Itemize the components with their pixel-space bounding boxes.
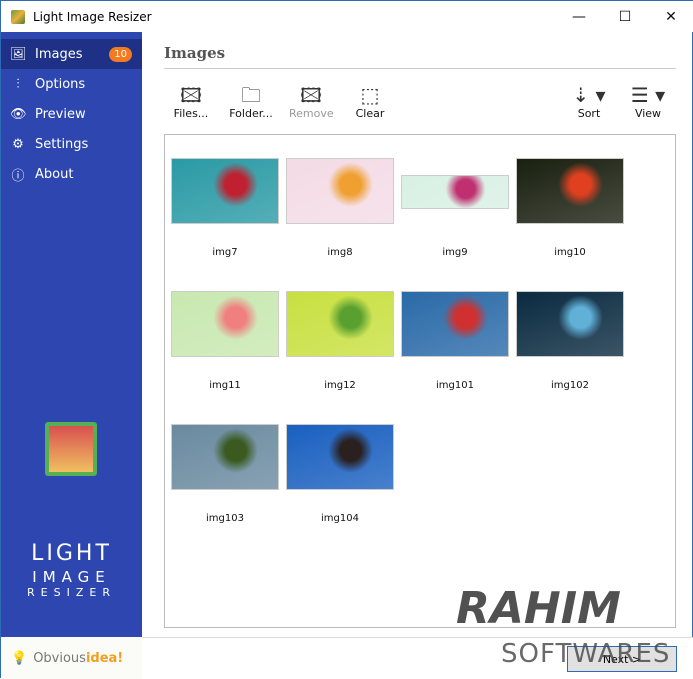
sidebar-item-label: Options [35,76,86,92]
brand-line3: RESIZER [27,586,116,599]
page-title: Images [164,44,226,62]
divider [164,68,676,69]
folder-add-icon: 🗀 [241,83,261,107]
watermark: RAHIM [456,583,621,634]
image-thumbnail[interactable] [171,424,279,490]
image-thumbnail[interactable] [171,158,279,224]
sidebar-item-label: Settings [35,136,89,152]
image-thumbnail[interactable] [171,291,279,357]
image-label: img7 [212,247,238,258]
watermark-sub: SOFTWARES [501,639,671,669]
image-thumbnail[interactable] [516,158,624,224]
sidebar-item-options[interactable]: ⫶ Options [1,69,142,99]
app-logo-icon [45,422,97,476]
image-label: img12 [324,380,356,391]
brand-line1: LIGHT [31,541,112,566]
add-files-button[interactable]: 🖾 Files... [171,83,211,120]
image-remove-icon: 🖾 [300,83,322,107]
add-folder-button[interactable]: 🗀 Folder... [227,83,275,120]
brand-line2: IMAGE [32,568,111,586]
image-label: img102 [551,380,589,391]
remove-button[interactable]: 🖾 Remove [289,83,334,120]
eye-icon: 👁 [10,106,27,122]
image-thumbnail[interactable] [401,175,509,209]
image-label: img101 [436,380,474,391]
image-thumbnail[interactable] [286,158,394,224]
image-label: img104 [321,513,359,524]
view-button[interactable]: ☰ ▾ View [623,83,673,120]
sidebar-item-label: Images [35,46,83,62]
vendor-logo[interactable]: 💡 Obvious idea! [1,637,142,679]
clear-button[interactable]: ⬚ Clear [351,83,389,120]
images-count-badge: 10 [109,46,132,62]
image-thumbnail[interactable] [286,424,394,490]
image-label: img103 [206,513,244,524]
close-button[interactable]: ✕ [648,1,693,32]
info-icon: ⓘ [11,168,25,184]
sort-button[interactable]: ⇣ ▾ Sort [565,83,613,120]
sidebar-item-label: Preview [35,106,86,122]
image-add-icon: 🖾 [180,83,202,107]
image-label: img10 [554,247,586,258]
app-icon [11,9,25,24]
button-label: Folder... [229,107,273,120]
window-title: Light Image Resizer [33,9,152,24]
image-grid: img7 img8 img9 img10 img11 img12 img101 img102 i… [164,134,676,628]
image-thumbnail[interactable] [516,291,624,357]
gear-icon: ⚙ [12,136,24,152]
button-label: Clear [355,107,385,120]
images-icon: 🖼 [10,46,27,62]
vendor-name-accent: idea! [85,650,124,666]
button-label: Remove [289,107,334,120]
view-list-icon: ☰ ▾ [630,83,666,107]
button-label: Files... [173,107,209,120]
image-label: img9 [442,247,468,258]
lightbulb-icon: 💡 [11,650,28,666]
image-thumbnail[interactable] [286,291,394,357]
button-label: Sort [577,107,601,120]
sidebar-item-settings[interactable]: ⚙ Settings [1,129,142,159]
image-thumbnail[interactable] [401,291,509,357]
image-label: img11 [209,380,241,391]
title-bar: Light Image Resizer — ☐ ✕ [1,1,693,32]
image-label: img8 [327,247,353,258]
vendor-name: Obvious [33,650,86,666]
maximize-button[interactable]: ☐ [602,1,648,32]
sliders-icon: ⫶ [16,76,20,92]
sidebar-item-about[interactable]: ⓘ About [1,159,142,189]
clear-icon: ⬚ [360,83,380,107]
sidebar-item-images[interactable]: 🖼 Images 10 [1,39,142,69]
sort-icon: ⇣ ▾ [572,83,606,107]
button-label: View [634,107,662,120]
sidebar-item-label: About [35,166,74,182]
sidebar-item-preview[interactable]: 👁 Preview [1,99,142,129]
minimize-button[interactable]: — [556,1,602,32]
